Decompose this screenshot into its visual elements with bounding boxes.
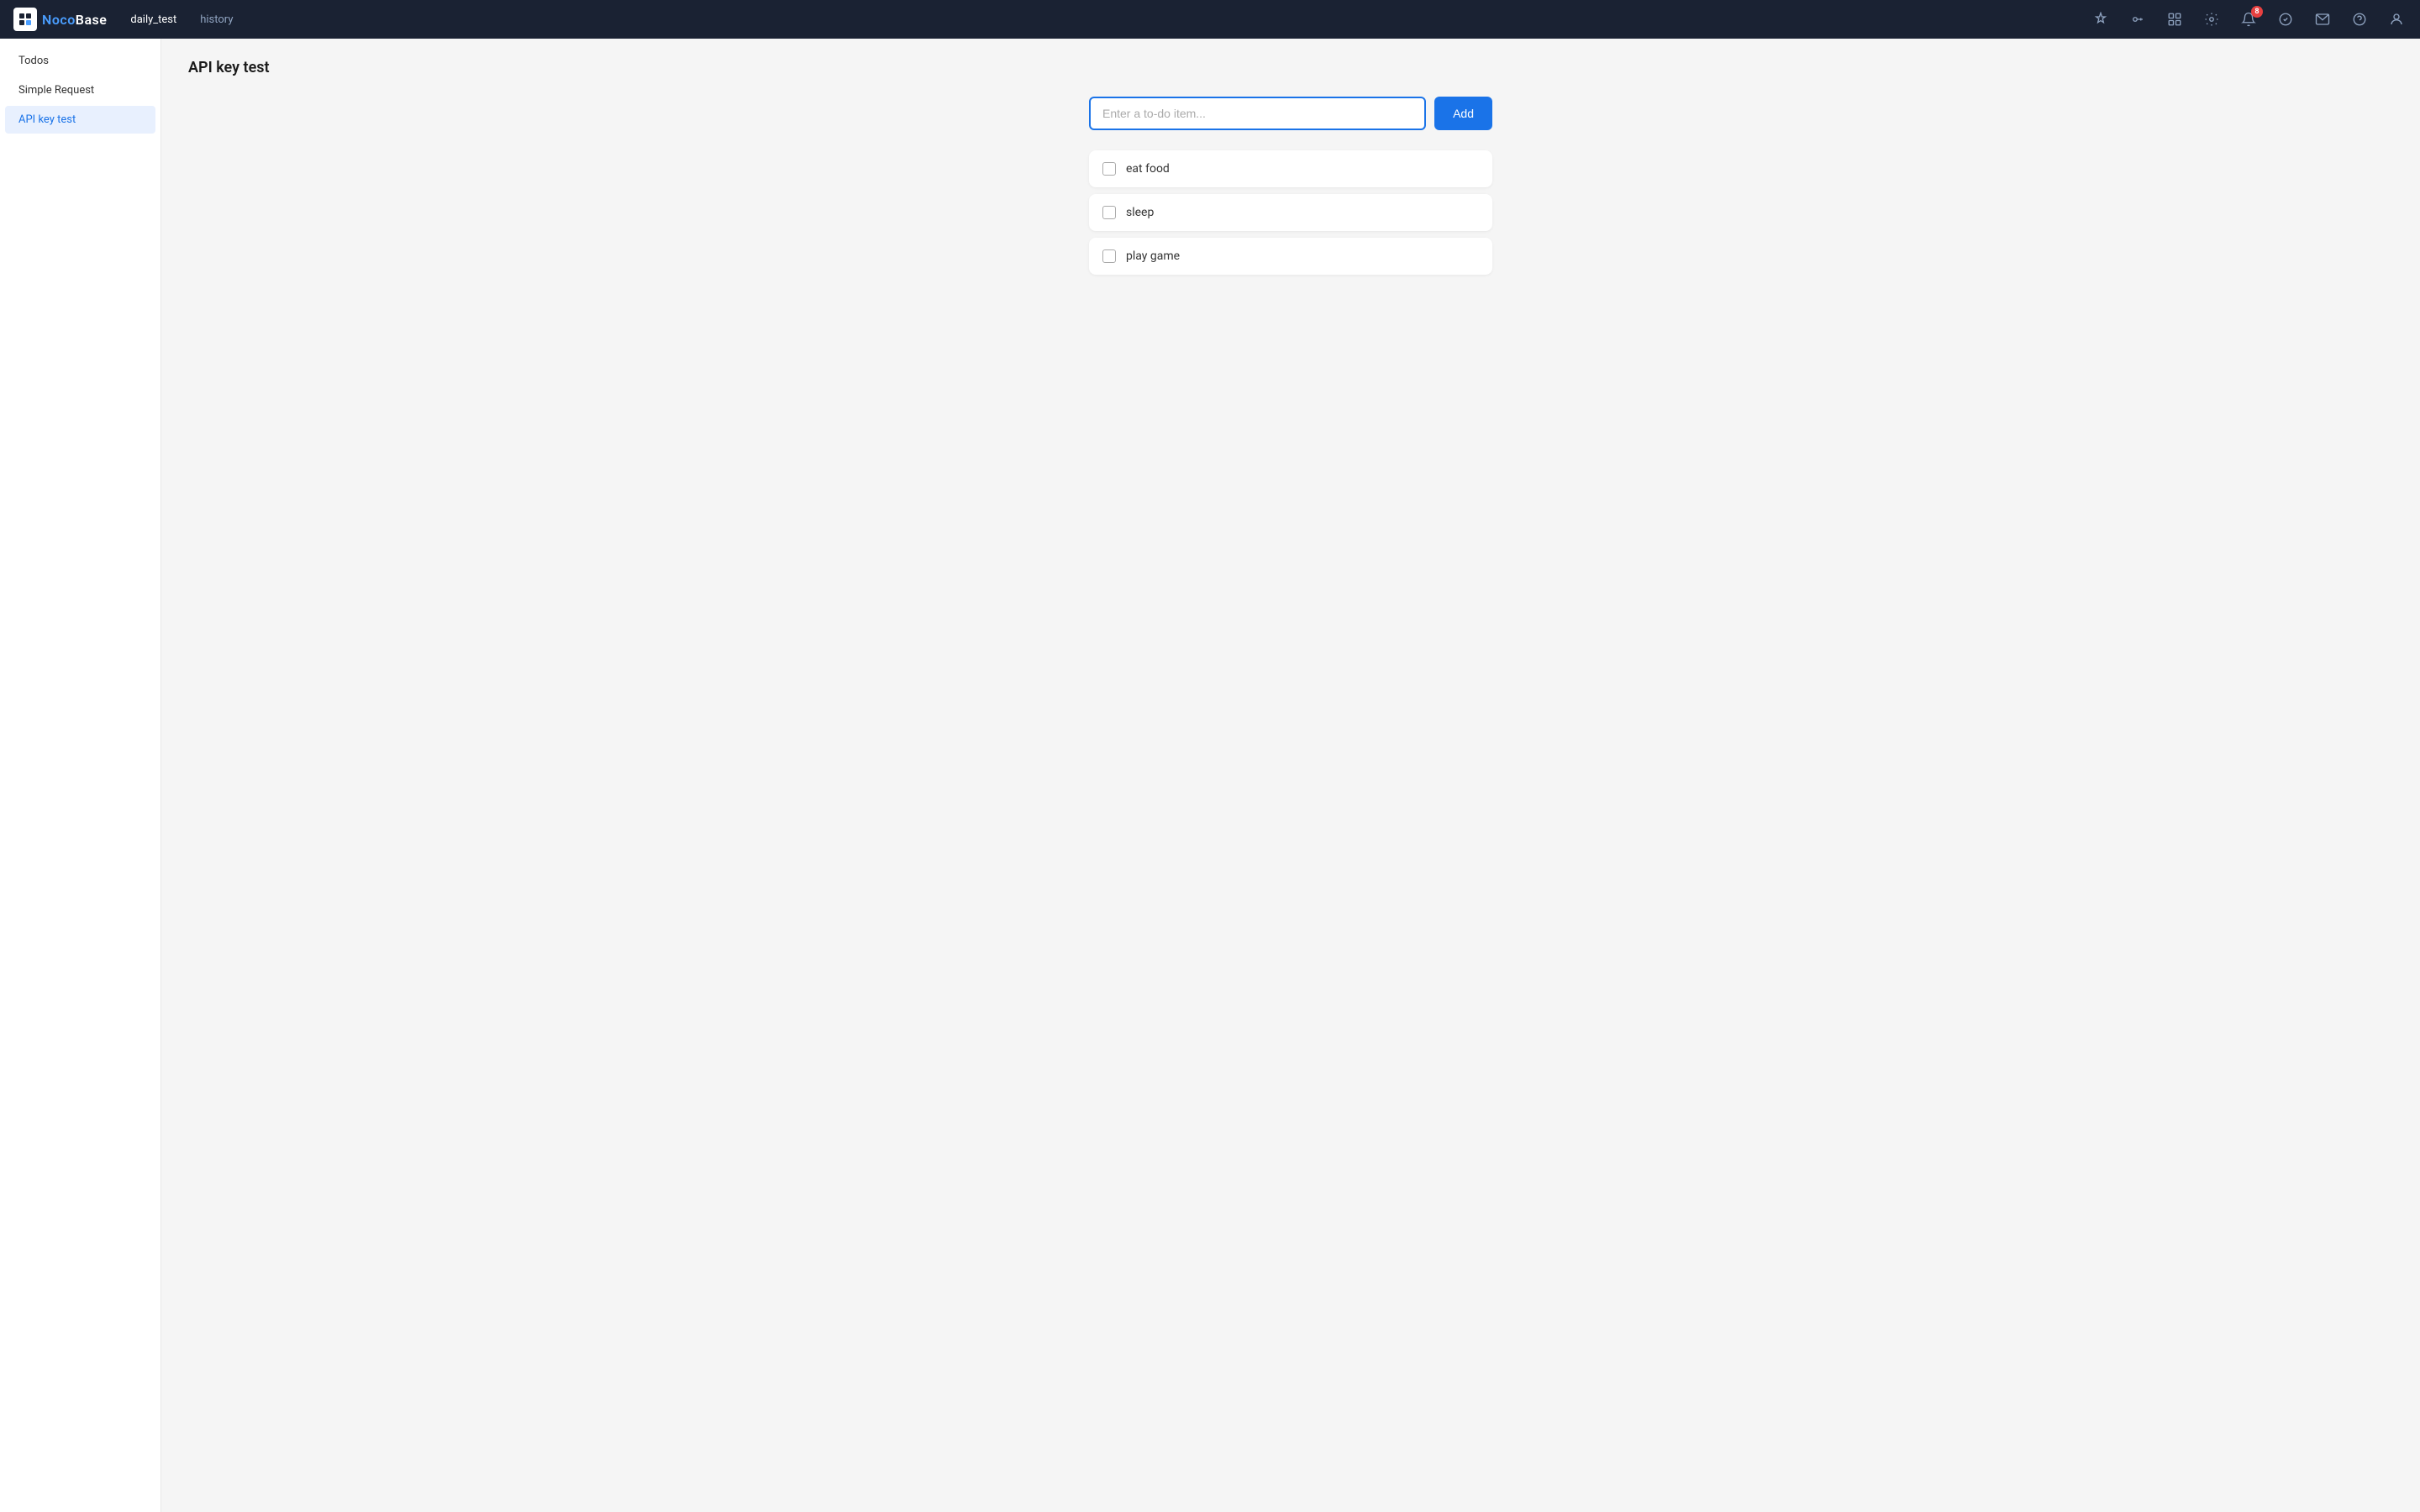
notification-badge: 8 xyxy=(2251,6,2263,18)
help-icon[interactable] xyxy=(2349,9,2370,29)
mail-icon[interactable] xyxy=(2312,9,2333,29)
todo-item-3: play game xyxy=(1089,238,1492,275)
input-row: Add xyxy=(1089,97,1492,130)
todo-item-1: eat food xyxy=(1089,150,1492,187)
pin-icon[interactable] xyxy=(2091,9,2111,29)
todo-item-2: sleep xyxy=(1089,194,1492,231)
settings-icon[interactable] xyxy=(2202,9,2222,29)
nav-tab-history[interactable]: history xyxy=(193,10,239,29)
user-icon[interactable] xyxy=(2386,9,2407,29)
add-button[interactable]: Add xyxy=(1434,97,1492,130)
todo-text-2: sleep xyxy=(1126,206,1154,219)
main-layout: Todos Simple Request API key test API ke… xyxy=(0,39,2420,1512)
logo-icon xyxy=(13,8,37,31)
logo-text: NocoBase xyxy=(42,12,107,28)
apps-icon[interactable] xyxy=(2165,9,2185,29)
todo-text-1: eat food xyxy=(1126,162,1170,176)
nav-tab-daily-test[interactable]: daily_test xyxy=(124,10,183,29)
sidebar: Todos Simple Request API key test xyxy=(0,39,161,1512)
main-content: API key test Add eat food sleep play gam… xyxy=(161,39,2420,1512)
todo-checkbox-1[interactable] xyxy=(1102,162,1116,176)
todo-checkbox-2[interactable] xyxy=(1102,206,1116,219)
todo-checkbox-3[interactable] xyxy=(1102,249,1116,263)
sidebar-item-todos[interactable]: Todos xyxy=(5,47,155,75)
check-circle-icon[interactable] xyxy=(2275,9,2296,29)
top-nav: NocoBase daily_test history 8 xyxy=(0,0,2420,39)
logo[interactable]: NocoBase xyxy=(13,8,107,31)
todo-text-3: play game xyxy=(1126,249,1180,263)
todo-input[interactable] xyxy=(1089,97,1426,130)
page-title: API key test xyxy=(188,59,2393,76)
sidebar-item-simple-request[interactable]: Simple Request xyxy=(5,76,155,104)
todo-list: eat food sleep play game xyxy=(1089,150,1492,275)
sidebar-item-api-key-test[interactable]: API key test xyxy=(5,106,155,134)
nav-icons: 8 xyxy=(2091,9,2407,29)
api-icon[interactable] xyxy=(2128,9,2148,29)
notification-icon[interactable]: 8 xyxy=(2238,9,2259,29)
